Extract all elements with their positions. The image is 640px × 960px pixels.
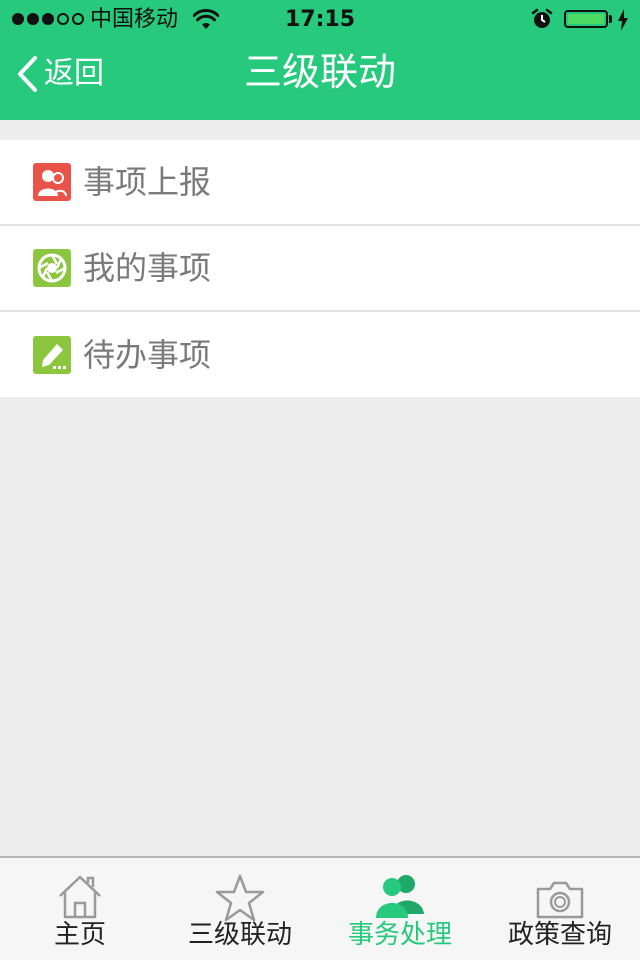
- page-title: 三级联动: [243, 50, 396, 94]
- report-user-icon: [33, 163, 71, 201]
- menu-item-label: 待办事项: [83, 335, 212, 374]
- charging-bolt-icon: [618, 9, 628, 31]
- menu-item-report[interactable]: 事项上报: [0, 140, 640, 226]
- tab-home[interactable]: 主页: [0, 858, 160, 960]
- menu-item-label: 事项上报: [83, 163, 212, 201]
- menu-item-my-items[interactable]: 我的事项: [0, 226, 640, 312]
- alarm-clock-icon: [531, 8, 553, 28]
- tab-label: 事务处理: [347, 920, 452, 950]
- status-bar: 中国移动 17:15: [0, 0, 640, 40]
- tab-label: 政策查询: [507, 920, 612, 950]
- users-icon: [376, 875, 424, 918]
- menu-item-todo[interactable]: 待办事项: [0, 312, 640, 397]
- menu-item-label: 我的事项: [83, 249, 212, 287]
- aperture-icon: [33, 249, 71, 287]
- battery-tip: [609, 15, 612, 23]
- tab-affairs[interactable]: 事务处理: [320, 858, 480, 960]
- star-icon: [215, 874, 265, 922]
- tab-label: 主页: [53, 920, 106, 950]
- tab-label: 三级联动: [187, 920, 292, 950]
- tab-bar: 主页 三级联动 事务处理 政策查询: [0, 856, 640, 960]
- nav-bar: 返回 三级联动: [0, 40, 640, 120]
- tab-policy[interactable]: 政策查询: [480, 858, 640, 960]
- edit-pencil-icon: [33, 335, 71, 374]
- camera-icon: [536, 881, 584, 919]
- battery-icon: [564, 10, 608, 28]
- header: 中国移动 17:15 返回 三级联动: [0, 0, 640, 120]
- home-icon: [59, 875, 101, 919]
- menu-list: 事项上报 我的事项 待办事项: [0, 140, 640, 397]
- screen: 中国移动 17:15 返回 三级联动 事项上报 我的事项 待办事项 主页 三级联…: [0, 0, 640, 960]
- tab-three-level[interactable]: 三级联动: [160, 858, 320, 960]
